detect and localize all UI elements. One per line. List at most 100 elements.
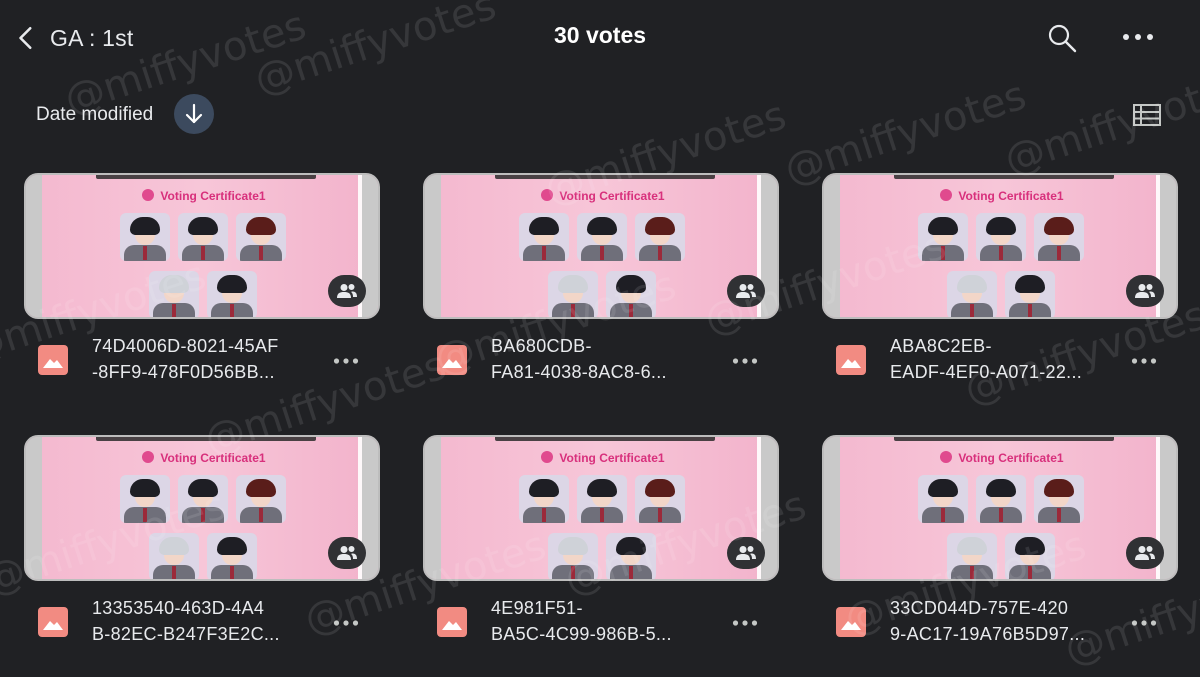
member-photo <box>947 533 997 579</box>
member-photo <box>577 213 627 261</box>
more-horiz-icon <box>333 358 359 364</box>
member-photo <box>635 475 685 523</box>
page-title: 30 votes <box>553 22 647 48</box>
image-icon <box>437 607 467 637</box>
file-meta: BA680CDB- FA81-4038-8AC8-6... <box>423 333 779 393</box>
back-button[interactable]: GA : 1st <box>14 20 164 56</box>
file-card[interactable]: Voting Certificate1 <box>423 173 779 423</box>
flower-icon <box>541 189 554 201</box>
people-icon <box>736 284 756 298</box>
list-view-button[interactable] <box>1130 100 1164 130</box>
member-photo <box>149 271 199 317</box>
file-more-button[interactable] <box>330 613 362 633</box>
file-name[interactable]: 4E981F51- BA5C-4C99-986B-5... <box>491 595 717 647</box>
arrow-down-icon <box>185 103 203 124</box>
top-app-bar: GA : 1st 30 votes <box>0 0 1200 76</box>
more-horiz-icon <box>1123 34 1153 40</box>
people-icon <box>337 546 357 560</box>
more-horiz-icon <box>1131 620 1157 626</box>
member-photo <box>149 533 199 579</box>
file-thumbnail[interactable]: Voting Certificate1 <box>423 173 779 319</box>
shared-badge <box>328 537 366 569</box>
member-photo <box>519 213 569 261</box>
folder-name: GA : 1st <box>50 24 134 51</box>
file-more-button[interactable] <box>1128 351 1160 371</box>
file-thumbnail[interactable]: Voting Certificate1 <box>24 173 380 319</box>
more-horiz-icon <box>732 358 758 364</box>
member-photo <box>548 271 598 317</box>
member-photo <box>120 213 170 261</box>
file-meta: ABA8C2EB- EADF-4EF0-A071-22... <box>822 333 1178 393</box>
chevron-left-icon <box>19 26 32 50</box>
shared-badge <box>1126 275 1164 307</box>
flower-icon <box>142 451 155 463</box>
file-card[interactable]: Voting Certificate1 <box>24 435 380 677</box>
file-name[interactable]: ABA8C2EB- EADF-4EF0-A071-22... <box>890 333 1116 385</box>
certificate-title: Voting Certificate1 <box>824 451 1176 465</box>
file-card[interactable]: Voting Certificate1 <box>822 173 1178 423</box>
more-horiz-icon <box>732 620 758 626</box>
member-photo <box>976 213 1026 261</box>
member-photo <box>178 213 228 261</box>
member-photo <box>918 475 968 523</box>
list-view-icon <box>1133 104 1161 126</box>
file-more-button[interactable] <box>1128 613 1160 633</box>
file-meta: 13353540-463D-4A4 B-82EC-B247F3E2C... <box>24 595 380 655</box>
people-icon <box>1135 284 1155 298</box>
file-card[interactable]: Voting Certificate1 <box>24 173 380 423</box>
shared-badge <box>727 537 765 569</box>
more-options-button[interactable] <box>1118 22 1158 52</box>
file-more-button[interactable] <box>729 613 761 633</box>
member-photo <box>918 213 968 261</box>
file-name[interactable]: BA680CDB- FA81-4038-8AC8-6... <box>491 333 717 385</box>
file-name[interactable]: 74D4006D-8021-45AF -8FF9-478F0D56BB... <box>92 333 318 385</box>
certificate-title: Voting Certificate1 <box>425 451 777 465</box>
file-thumbnail[interactable]: Voting Certificate1 <box>822 435 1178 581</box>
file-name[interactable]: 33CD044D-757E-420 9-AC17-19A76B5D97... <box>890 595 1116 647</box>
file-thumbnail[interactable]: Voting Certificate1 <box>24 435 380 581</box>
member-photo <box>236 475 286 523</box>
member-photo <box>207 271 257 317</box>
member-photo <box>207 533 257 579</box>
certificate-title: Voting Certificate1 <box>824 189 1176 203</box>
people-icon <box>337 284 357 298</box>
search-icon <box>1048 24 1077 53</box>
people-icon <box>736 546 756 560</box>
sort-direction-button[interactable] <box>174 94 214 134</box>
file-thumbnail[interactable]: Voting Certificate1 <box>423 435 779 581</box>
file-card[interactable]: Voting Certificate1 <box>423 435 779 677</box>
file-meta: 4E981F51- BA5C-4C99-986B-5... <box>423 595 779 655</box>
sort-bar: Date modified <box>0 92 1200 138</box>
member-photo <box>1034 475 1084 523</box>
more-horiz-icon <box>1131 358 1157 364</box>
image-icon <box>836 345 866 375</box>
member-photo <box>606 533 656 579</box>
flower-icon <box>940 189 953 201</box>
file-card[interactable]: Voting Certificate1 <box>822 435 1178 677</box>
shared-badge <box>1126 537 1164 569</box>
file-more-button[interactable] <box>330 351 362 371</box>
file-meta: 74D4006D-8021-45AF -8FF9-478F0D56BB... <box>24 333 380 393</box>
file-more-button[interactable] <box>729 351 761 371</box>
shared-badge <box>328 275 366 307</box>
file-meta: 33CD044D-757E-420 9-AC17-19A76B5D97... <box>822 595 1178 655</box>
image-icon <box>38 345 68 375</box>
shared-badge <box>727 275 765 307</box>
member-photo <box>1034 213 1084 261</box>
member-photo <box>577 475 627 523</box>
file-name[interactable]: 13353540-463D-4A4 B-82EC-B247F3E2C... <box>92 595 318 647</box>
member-photo <box>236 213 286 261</box>
certificate-title: Voting Certificate1 <box>26 451 378 465</box>
people-icon <box>1135 546 1155 560</box>
file-thumbnail[interactable]: Voting Certificate1 <box>822 173 1178 319</box>
flower-icon <box>541 451 554 463</box>
sort-by-button[interactable]: Date modified <box>36 104 153 126</box>
image-icon <box>437 345 467 375</box>
certificate-title: Voting Certificate1 <box>425 189 777 203</box>
image-icon <box>38 607 68 637</box>
member-photo <box>1005 271 1055 317</box>
member-photo <box>548 533 598 579</box>
image-icon <box>836 607 866 637</box>
search-button[interactable] <box>1044 20 1080 56</box>
flower-icon <box>940 451 953 463</box>
